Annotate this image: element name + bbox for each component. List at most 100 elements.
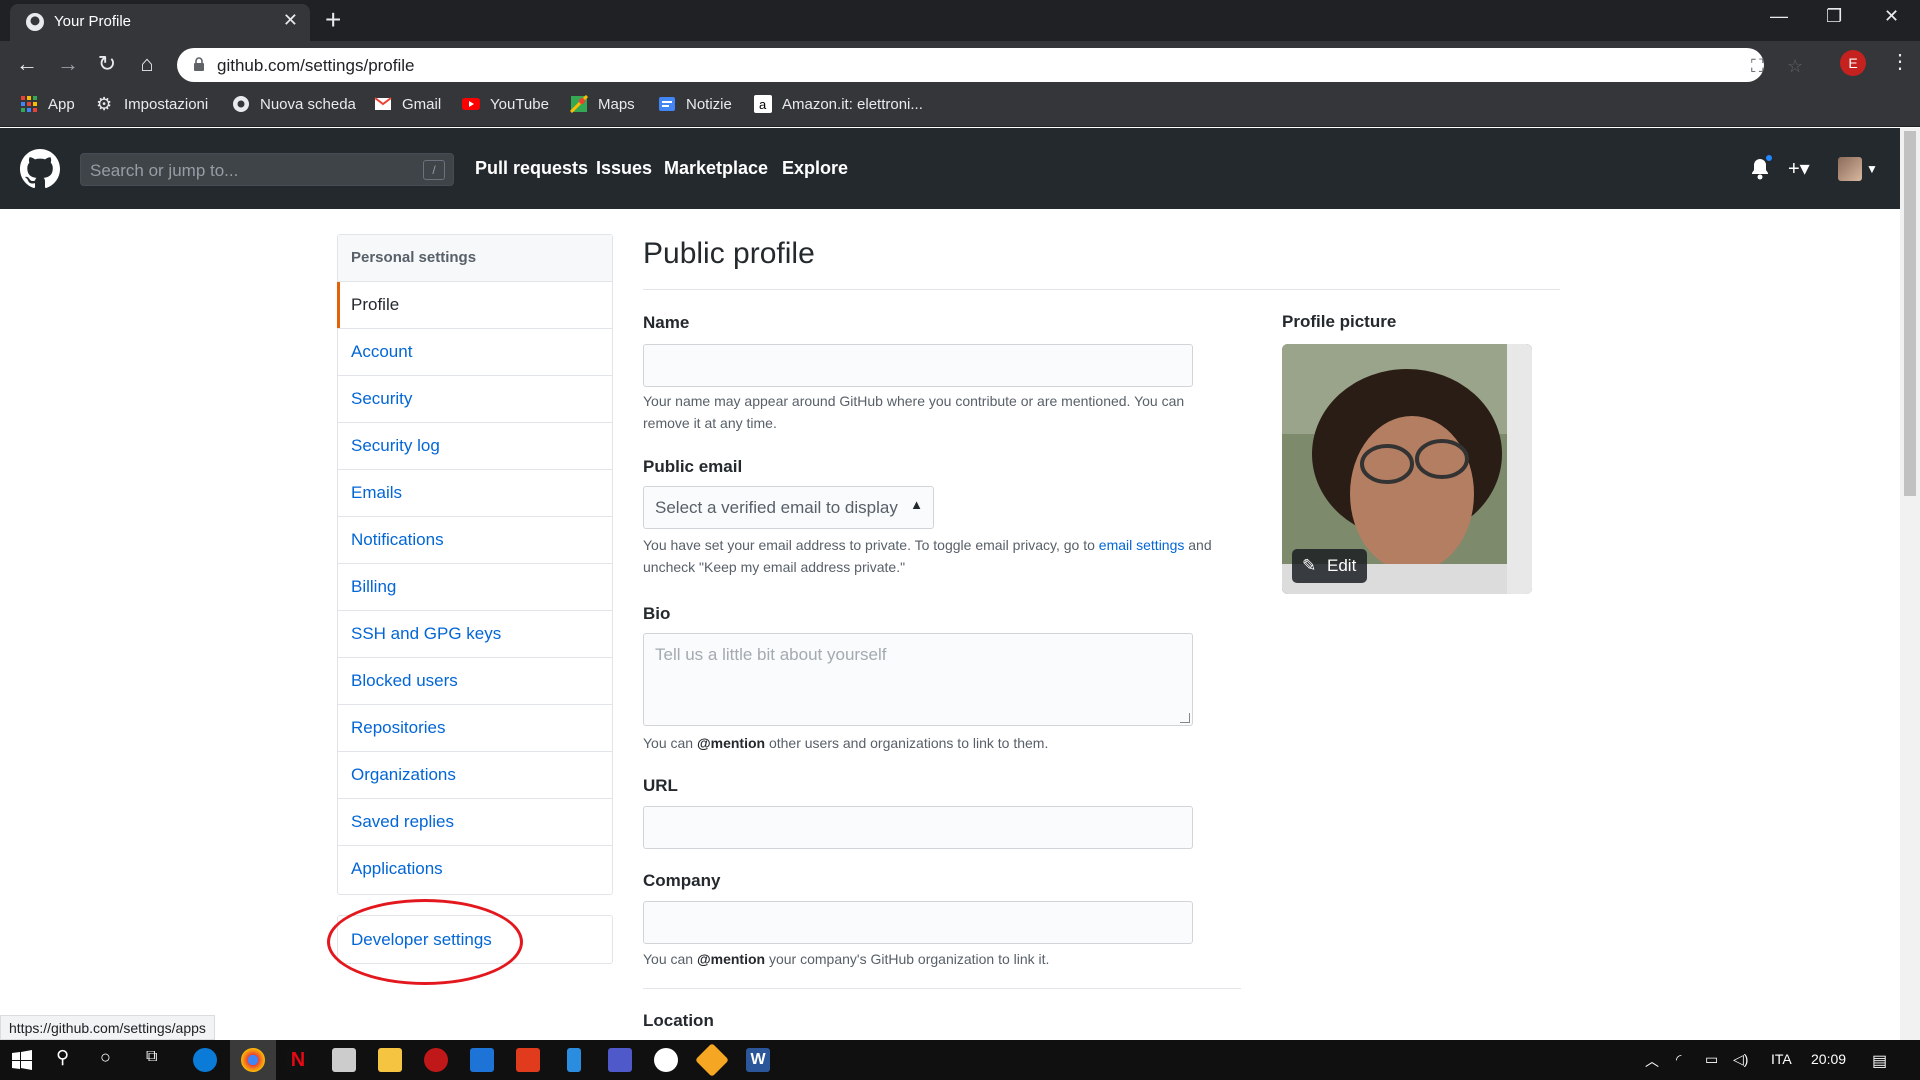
minimize-icon[interactable]: — [1770,6,1788,27]
email-settings-link[interactable]: email settings [1099,537,1185,553]
url-field[interactable] [643,806,1193,849]
github-favicon-icon [26,13,44,31]
sidebar-item-billing[interactable]: Billing [338,564,612,611]
user-avatar-small[interactable] [1838,157,1862,181]
bookmark-label: Notizie [686,95,732,113]
sidebar-item-applications[interactable]: Applications [338,846,612,893]
notification-center-icon[interactable]: ▤ [1872,1051,1887,1071]
tray-chevron-icon[interactable]: ︿ [1645,1051,1659,1071]
bio-note-post: other users and organizations to link to… [765,735,1049,751]
sidebar-item-security[interactable]: Security [338,376,612,423]
store-icon[interactable] [332,1048,356,1072]
maps-icon [570,95,588,113]
create-new-plus-icon[interactable]: +▾ [1788,156,1810,181]
github-search-input[interactable]: Search or jump to... / [80,153,454,186]
name-field[interactable] [643,344,1193,387]
file-explorer-icon[interactable] [378,1048,402,1072]
bookmark-label: Gmail [402,95,442,113]
git-app-icon[interactable] [695,1043,729,1077]
bookmark-nuova-scheda[interactable]: Nuova scheda [232,95,356,113]
bookmark-notizie[interactable]: Notizie [658,95,732,113]
url-text: github.com/settings/profile [217,56,415,75]
netflix-icon[interactable]: N [286,1048,310,1072]
public-email-select[interactable]: Select a verified email to display ▲ [643,486,934,529]
browser-tab-strip: Your Profile ✕ + — ❐ ✕ [0,0,1920,41]
sidebar-item-saved-replies[interactable]: Saved replies [338,799,612,846]
nav-issues[interactable]: Issues [596,158,652,179]
forward-icon[interactable]: → [54,50,82,78]
search-icon[interactable]: ⚲ [56,1047,69,1068]
clock[interactable]: 20:09 [1811,1051,1846,1067]
sidebar-heading: Personal settings [338,235,612,282]
task-view-icon[interactable]: ⧉ [146,1048,157,1066]
sidebar-item-profile[interactable]: Profile [337,282,612,329]
restore-icon[interactable]: ❐ [1826,6,1842,27]
sidebar-item-notifications[interactable]: Notifications [338,517,612,564]
translate-icon[interactable]: ⛶ [1751,56,1764,77]
edit-label: Edit [1327,556,1357,575]
page-title: Public profile [643,237,815,270]
bio-textarea[interactable]: Tell us a little bit about yourself [643,633,1193,726]
edit-picture-button[interactable]: ✎ Edit [1292,549,1367,583]
bio-note: You can @mention other users and organiz… [643,732,1233,754]
pencil-icon: ✎ [1302,556,1317,575]
chrome-taskbar-icon[interactable] [241,1048,265,1072]
sidebar-item-organizations[interactable]: Organizations [338,752,612,799]
browser-tab[interactable]: Your Profile ✕ [10,4,310,41]
github-logo-icon[interactable] [20,149,60,189]
nav-explore[interactable]: Explore [782,158,848,179]
bookmark-maps[interactable]: Maps [570,95,635,113]
sidebar-item-ssh-gpg-keys[interactable]: SSH and GPG keys [338,611,612,658]
sidebar-item-repositories[interactable]: Repositories [338,705,612,752]
nav-marketplace[interactable]: Marketplace [664,158,768,179]
cortana-icon[interactable]: ○ [100,1047,111,1068]
company-field[interactable] [643,901,1193,944]
teams-icon[interactable] [608,1048,632,1072]
edge-icon[interactable] [193,1048,217,1072]
wifi-icon[interactable]: ◜ [1676,1051,1681,1068]
browser-profile-avatar[interactable]: E [1840,50,1866,76]
bookmark-amazon[interactable]: a Amazon.it: elettroni... [754,95,923,113]
volume-icon[interactable]: ◁) [1733,1051,1748,1068]
bookmark-impostazioni[interactable]: ⚙ Impostazioni [96,95,208,113]
language-indicator[interactable]: ITA [1771,1051,1792,1067]
mail-icon[interactable] [470,1048,494,1072]
bio-placeholder: Tell us a little bit about yourself [655,645,887,664]
tab-close-icon[interactable]: ✕ [283,10,298,31]
bio-note-pre: You can [643,735,697,751]
notes-icon[interactable] [567,1048,581,1072]
home-icon[interactable]: ⌂ [133,50,161,78]
bookmark-label: Impostazioni [124,95,209,113]
browser-menu-icon[interactable]: ⋮ [1890,49,1910,74]
close-window-icon[interactable]: ✕ [1884,6,1899,27]
sidebar-item-blocked-users[interactable]: Blocked users [338,658,612,705]
company-note-post: your company's GitHub organization to li… [765,951,1050,967]
bookmark-star-icon[interactable]: ☆ [1787,56,1803,77]
reload-icon[interactable]: ↻ [93,50,121,78]
sidebar-item-emails[interactable]: Emails [338,470,612,517]
bookmark-youtube[interactable]: YouTube [462,95,549,113]
bio-label: Bio [643,604,671,623]
back-icon[interactable]: ← [13,50,41,78]
scrollbar-thumb[interactable] [1904,131,1916,496]
sidebar-item-account[interactable]: Account [338,329,612,376]
nav-pull-requests[interactable]: Pull requests [475,158,588,179]
office-icon[interactable] [516,1048,540,1072]
bookmark-gmail[interactable]: Gmail [374,95,441,113]
address-bar[interactable]: github.com/settings/profile ⛶ ☆ [177,48,1803,82]
name-note: Your name may appear around GitHub where… [643,393,1185,431]
page-scrollbar[interactable] [1900,128,1920,1040]
new-tab-button[interactable]: + [325,6,341,34]
sidebar-item-security-log[interactable]: Security log [338,423,612,470]
battery-icon[interactable]: ▭ [1705,1051,1718,1068]
resize-grip-icon[interactable] [1180,713,1190,723]
avatar-caret-icon[interactable]: ▼ [1866,162,1878,176]
status-url-bubble: https://github.com/settings/apps [0,1015,215,1040]
word-icon[interactable]: W [746,1048,770,1072]
windows-start-icon[interactable] [12,1050,32,1070]
app-red-icon[interactable] [424,1048,448,1072]
slack-icon[interactable] [654,1048,678,1072]
tab-title: Your Profile [54,13,131,30]
title-divider [643,289,1560,290]
bookmark-app[interactable]: App [20,95,75,113]
